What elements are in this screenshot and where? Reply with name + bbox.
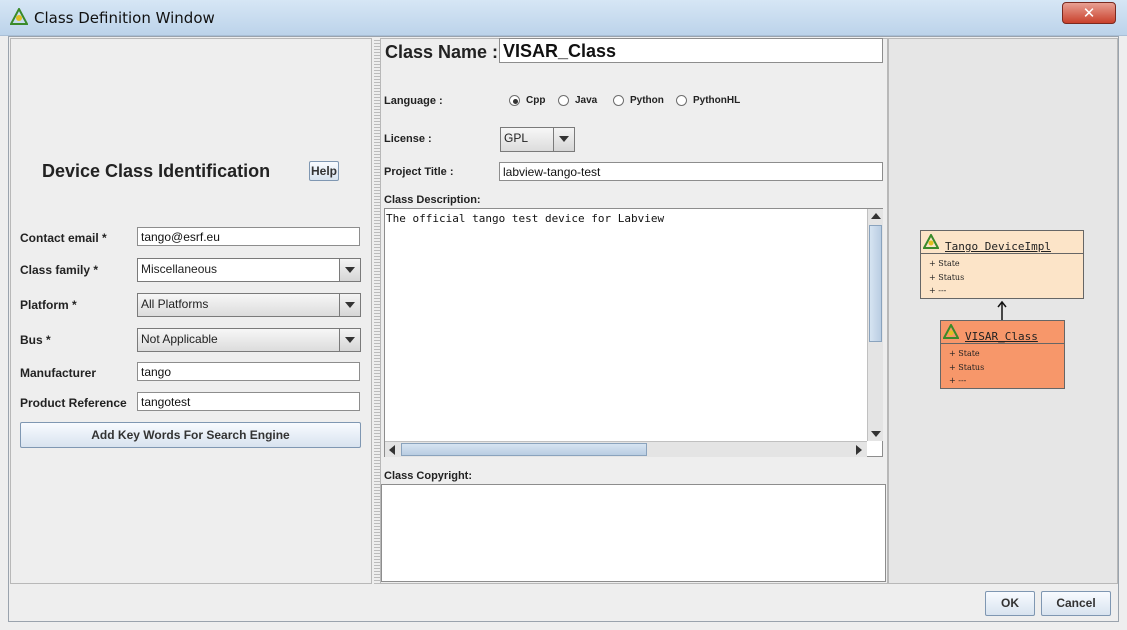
contact-email-field[interactable]: tango@esrf.eu — [137, 227, 360, 246]
class-description-textarea[interactable]: The official tango test device for Labvi… — [384, 208, 883, 457]
product-reference-label: Product Reference — [20, 396, 127, 410]
window-title: Class Definition Window — [34, 9, 215, 27]
radio-java-label: Java — [575, 95, 598, 106]
chevron-down-icon[interactable] — [553, 128, 574, 151]
radio-cpp[interactable] — [509, 95, 520, 106]
license-select[interactable]: GPL — [500, 127, 575, 152]
child-member-state: + State — [949, 349, 980, 358]
child-class-box: VISAR_Class + State + Status + --- — [940, 320, 1065, 389]
radio-pythonhl-label: PythonHL — [693, 95, 741, 106]
scroll-up-icon[interactable] — [871, 213, 881, 219]
platform-label: Platform * — [20, 298, 77, 312]
class-copyright-textarea[interactable] — [381, 484, 886, 582]
class-family-select[interactable]: Miscellaneous — [137, 258, 361, 282]
child-member-status: + Status — [949, 363, 985, 372]
help-button[interactable]: Help — [309, 161, 339, 181]
product-reference-field[interactable]: tangotest — [137, 392, 360, 411]
platform-select[interactable]: All Platforms — [137, 293, 361, 317]
add-keywords-button[interactable]: Add Key Words For Search Engine — [20, 422, 361, 448]
identification-heading: Device Class Identification — [42, 161, 271, 181]
bus-select[interactable]: Not Applicable — [137, 328, 361, 352]
vertical-scrollbar[interactable] — [867, 209, 883, 441]
parent-member-more: + --- — [929, 286, 947, 295]
chevron-down-icon[interactable] — [339, 259, 360, 281]
chevron-down-icon[interactable] — [339, 294, 360, 316]
class-description-text: The official tango test device for Labvi… — [386, 212, 665, 225]
class-family-value: Miscellaneous — [141, 262, 218, 276]
license-value: GPL — [504, 131, 529, 145]
class-name-label: Class Name : — [385, 42, 499, 62]
license-label: License : — [384, 133, 432, 145]
class-name-field[interactable]: VISAR_Class — [499, 38, 883, 63]
close-button[interactable]: ✕ — [1062, 2, 1116, 24]
child-class-name: VISAR_Class — [965, 330, 1038, 343]
project-title-label: Project Title : — [384, 166, 454, 178]
radio-python[interactable] — [613, 95, 624, 106]
radio-pythonhl[interactable] — [676, 95, 687, 106]
class-copyright-label: Class Copyright: — [384, 470, 473, 482]
contact-email-label: Contact email * — [20, 231, 107, 245]
manufacturer-field[interactable]: tango — [137, 362, 360, 381]
horizontal-scroll-thumb[interactable] — [401, 443, 647, 456]
project-title-field[interactable]: labview-tango-test — [499, 162, 883, 181]
parent-class-box: Tango DeviceImpl + State + Status + --- — [920, 230, 1084, 299]
parent-class-name: Tango DeviceImpl — [945, 240, 1051, 253]
vertical-scroll-thumb[interactable] — [869, 225, 882, 342]
radio-java[interactable] — [558, 95, 569, 106]
radio-python-label: Python — [630, 95, 664, 106]
parent-member-state: + State — [929, 259, 960, 268]
uml-divider — [921, 253, 1083, 254]
tango-logo-icon — [942, 322, 960, 340]
chevron-down-icon[interactable] — [339, 329, 360, 351]
cancel-button[interactable]: Cancel — [1041, 591, 1111, 616]
class-family-label: Class family * — [20, 263, 99, 277]
horizontal-scrollbar[interactable] — [385, 441, 867, 457]
class-description-label: Class Description: — [384, 194, 481, 206]
platform-value: All Platforms — [141, 297, 209, 311]
bus-label: Bus * — [20, 333, 51, 347]
parent-member-status: + Status — [929, 273, 965, 282]
bus-value: Not Applicable — [141, 332, 218, 346]
scroll-down-icon[interactable] — [871, 431, 881, 437]
tango-logo-icon — [922, 232, 940, 250]
scroll-right-icon[interactable] — [856, 445, 862, 455]
ok-button[interactable]: OK — [985, 591, 1035, 616]
inheritance-arrow-icon — [996, 300, 1008, 320]
manufacturer-label: Manufacturer — [20, 366, 97, 380]
scroll-left-icon[interactable] — [389, 445, 395, 455]
tango-logo-icon — [9, 6, 29, 26]
language-label: Language : — [384, 95, 443, 107]
uml-divider — [941, 343, 1064, 344]
radio-cpp-label: Cpp — [526, 95, 546, 106]
child-member-more: + --- — [949, 376, 967, 385]
